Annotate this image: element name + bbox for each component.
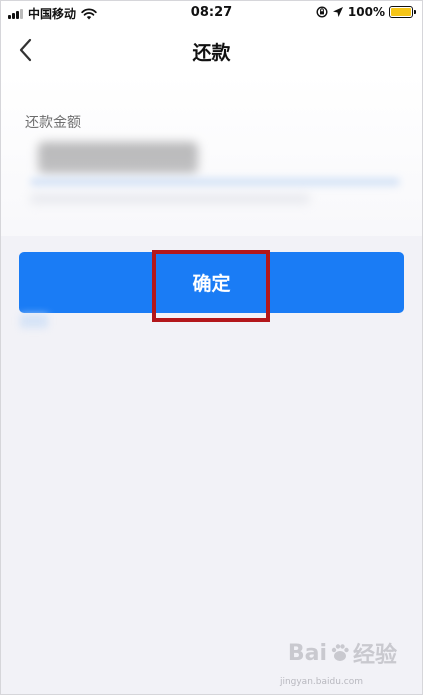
rotation-lock-icon: [316, 6, 328, 18]
amount-input-blurred[interactable]: [28, 138, 208, 180]
watermark-url: jingyan.baidu.com: [279, 677, 363, 687]
watermark-brand-2: 经验: [352, 643, 397, 668]
blurred-smudge: [20, 314, 48, 328]
repayment-amount-card: 还款金额: [0, 74, 423, 236]
location-icon: [332, 7, 343, 17]
status-right: 100%: [316, 5, 416, 19]
battery-icon: [389, 6, 416, 18]
paw-icon: [331, 644, 349, 661]
battery-percent: 100%: [347, 5, 385, 19]
amount-label: 还款金额: [25, 115, 81, 131]
confirm-button[interactable]: 确定: [19, 252, 404, 313]
page-title: 还款: [192, 42, 231, 64]
amount-hint-blurred: [30, 194, 310, 204]
baidu-watermark: Bai 经验: [288, 637, 397, 669]
screen: 中国移动 08:27 100% 还款 还款金额 确定 Bai 经验 jingya…: [0, 0, 423, 695]
nav-bar: 还款: [0, 26, 423, 74]
status-bar: 中国移动 08:27 100%: [0, 0, 423, 26]
amount-underline-blurred: [30, 178, 400, 186]
watermark-brand: Bai: [287, 640, 327, 666]
